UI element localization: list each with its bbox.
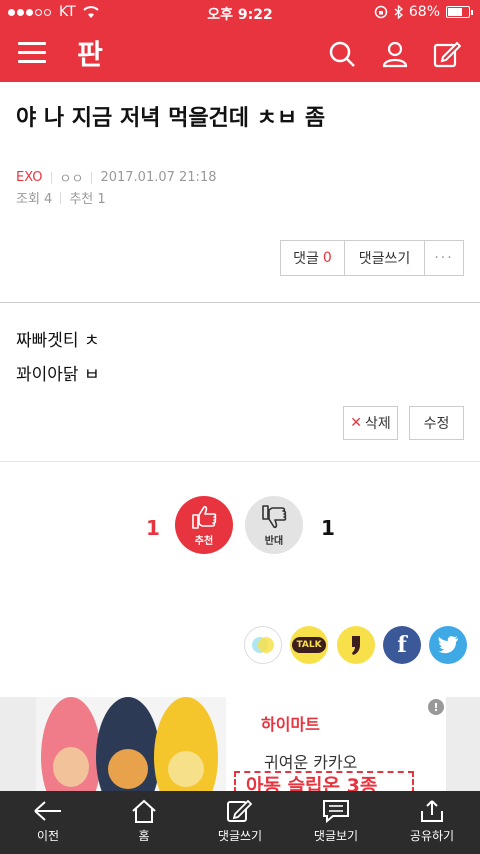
user-icon[interactable] bbox=[381, 40, 409, 68]
edit-icon bbox=[227, 799, 253, 822]
edit-button[interactable]: 수정 bbox=[409, 406, 464, 440]
home-icon bbox=[132, 799, 156, 823]
nav-share[interactable]: 공유하기 bbox=[384, 791, 480, 854]
nav-back[interactable]: 이전 bbox=[0, 791, 96, 854]
post-date: 2017.01.07 21:18 bbox=[100, 170, 217, 185]
orientation-lock-icon bbox=[374, 5, 388, 19]
comment-button-group: 댓글 0 댓글쓰기 ··· bbox=[280, 240, 464, 276]
comment-icon bbox=[323, 800, 349, 823]
delete-button[interactable]: ✕ 삭제 bbox=[343, 406, 398, 440]
nav-write-comment[interactable]: 댓글쓰기 bbox=[192, 791, 288, 854]
facebook-icon: f bbox=[397, 632, 407, 658]
shoes-image bbox=[36, 697, 226, 793]
view-count: 조회 4 bbox=[16, 192, 53, 207]
battery-percent: 68% bbox=[408, 4, 440, 20]
arrow-left-icon bbox=[34, 801, 61, 821]
recommend-count: 추천 1 bbox=[69, 192, 106, 207]
menu-icon[interactable] bbox=[18, 42, 46, 66]
twitter-icon bbox=[438, 636, 458, 654]
divider bbox=[0, 461, 480, 462]
kakaotalk-icon: TALK bbox=[292, 637, 326, 653]
downvote-button[interactable]: 반대 bbox=[245, 496, 303, 554]
nav-view-comments[interactable]: 댓글보기 bbox=[288, 791, 384, 854]
comma-icon bbox=[352, 636, 360, 655]
write-icon[interactable] bbox=[433, 40, 461, 68]
bottom-nav: 이전 홈 댓글쓰기 댓글보기 공유하기 bbox=[0, 791, 480, 854]
post-author: ㅇㅇ bbox=[59, 172, 84, 187]
downvote-count: 1 bbox=[321, 516, 335, 540]
post-body-line: 꽈이아닭 ㅂ bbox=[16, 365, 100, 385]
comments-count: 0 bbox=[322, 250, 332, 266]
divider bbox=[0, 302, 480, 303]
search-icon[interactable] bbox=[328, 40, 356, 68]
more-button[interactable]: ··· bbox=[425, 241, 463, 275]
post-meta: EXO ㅇㅇ 2017.01.07 21:18 bbox=[16, 168, 216, 187]
post-title: 야 나 지금 저녁 먹을건데 ㅊㅂ 좀 bbox=[16, 106, 326, 131]
thumbs-down-icon bbox=[262, 504, 287, 528]
battery-icon bbox=[446, 6, 473, 18]
upvote-button[interactable]: 추천 bbox=[175, 496, 233, 554]
share-facebook-button[interactable]: f bbox=[383, 626, 421, 664]
close-icon: ✕ bbox=[350, 415, 362, 431]
ad-banner[interactable]: 하이마트 귀여운 카카오 아동 슬립온 3종 bbox=[36, 697, 446, 793]
ad-line2: 아동 슬립온 3종 bbox=[246, 775, 378, 793]
thumbs-up-icon bbox=[192, 505, 217, 529]
ad-info-icon[interactable]: ! bbox=[428, 699, 444, 715]
write-comment-button[interactable]: 댓글쓰기 bbox=[345, 241, 425, 275]
kakaostory-icon bbox=[252, 637, 274, 653]
nav-home[interactable]: 홈 bbox=[96, 791, 192, 854]
bluetooth-icon bbox=[394, 5, 403, 19]
comments-button[interactable]: 댓글 0 bbox=[281, 241, 345, 275]
ad-brand: 하이마트 bbox=[261, 715, 320, 734]
upvote-count: 1 bbox=[146, 516, 160, 540]
post-category[interactable]: EXO bbox=[16, 170, 43, 185]
share-kakaotalk-button[interactable]: TALK bbox=[290, 626, 328, 664]
svg-text:판: 판 bbox=[77, 38, 103, 71]
share-twitter-button[interactable] bbox=[429, 626, 467, 664]
ad-line1: 귀여운 카카오 bbox=[264, 753, 358, 772]
share-icon bbox=[421, 800, 443, 822]
app-header: 판 bbox=[0, 26, 480, 82]
share-kakao-button[interactable] bbox=[337, 626, 375, 664]
post-stats: 조회 4 추천 1 bbox=[16, 188, 106, 207]
share-story-button[interactable] bbox=[244, 626, 282, 664]
post-body-line: 짜빠겟티 ㅊ bbox=[16, 331, 100, 351]
status-bar: KT 오후 9:22 68% bbox=[0, 0, 480, 26]
logo[interactable]: 판 bbox=[70, 34, 110, 74]
